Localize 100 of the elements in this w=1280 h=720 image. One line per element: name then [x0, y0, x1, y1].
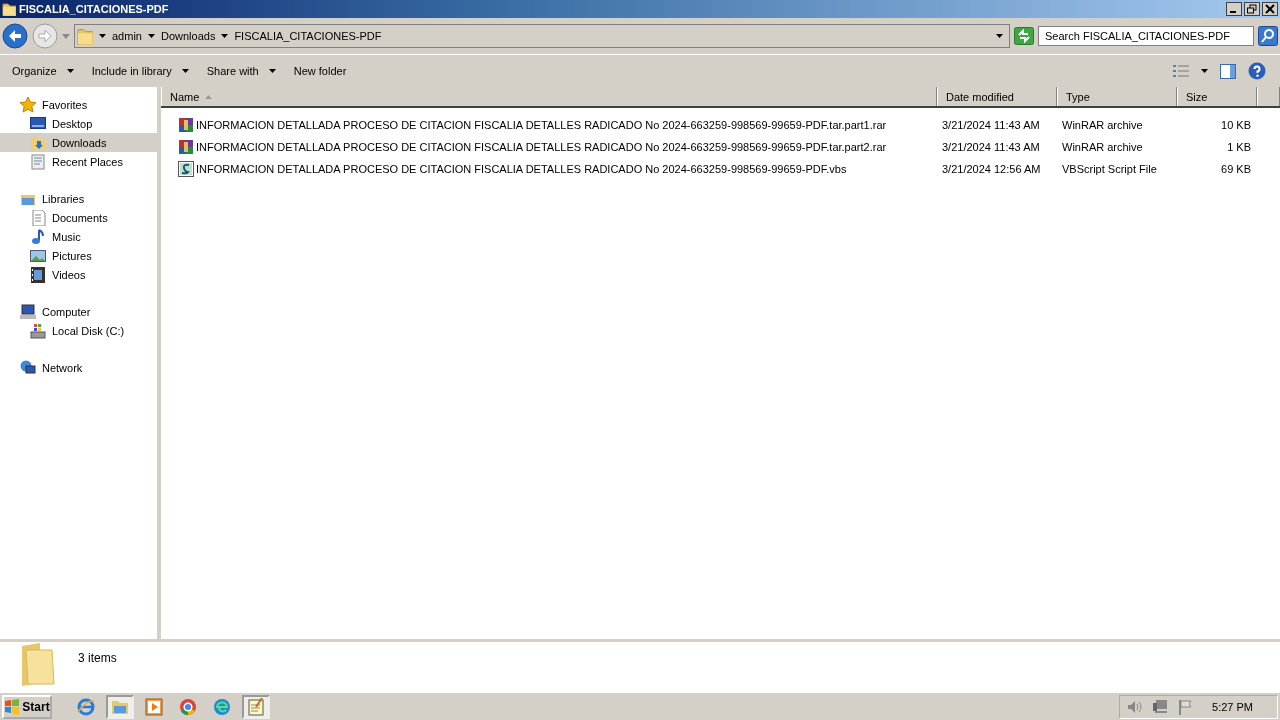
sidebar-group-label: Libraries — [42, 192, 85, 205]
sidebar-group[interactable]: Computer — [0, 302, 157, 321]
media-player-icon — [145, 697, 163, 716]
breadcrumb[interactable]: FISCALIA_CITACIONES-PDF — [234, 30, 382, 42]
sidebar-group[interactable]: Favorites — [0, 95, 157, 114]
star-icon — [20, 96, 36, 113]
sidebar-item-label: Recent Places — [52, 155, 123, 168]
search-icon[interactable] — [1258, 26, 1278, 46]
toolbar-button[interactable]: Include in library — [83, 61, 197, 81]
sidebar-item[interactable]: Documents — [0, 208, 157, 227]
sidebar-group-label: Network — [42, 361, 83, 374]
caret-icon — [66, 69, 74, 73]
breadcrumb[interactable]: admin — [112, 30, 142, 42]
table-cell-text: 3/21/2024 11:43 AM — [941, 119, 1041, 131]
document-icon — [30, 153, 46, 170]
back-icon[interactable] — [2, 23, 28, 49]
monitor-icon — [30, 115, 46, 132]
sort-arrow-icon — [205, 94, 213, 99]
caret-icon — [1201, 69, 1208, 73]
chrome-icon — [179, 697, 197, 716]
toolbar-button[interactable]: Share with — [198, 61, 284, 81]
table-cell-text: WinRAR archive — [1061, 119, 1144, 131]
caret-icon — [221, 34, 229, 38]
caret-icon — [268, 69, 276, 73]
edge-browser-icon — [213, 697, 231, 716]
file-name[interactable]: INFORMACION DETALLADA PROCESO DE CITACION FISCALIA DETALLES RADICADO No 2024-663259-998569-99659-PDF.tar.part2.rar — [196, 141, 887, 153]
film-icon — [30, 266, 46, 283]
folder-icon — [20, 642, 56, 686]
start-button[interactable]: Start — [2, 694, 52, 719]
sidebar-group[interactable]: Network — [0, 358, 157, 377]
column-header[interactable]: Name — [161, 87, 937, 106]
picture-icon — [30, 247, 46, 264]
network-icon — [20, 359, 36, 376]
sidebar-item[interactable]: Recent Places — [0, 152, 157, 171]
sidebar-item-label: Music — [52, 230, 81, 243]
column-header — [1257, 87, 1280, 106]
flag-icon[interactable] — [1178, 698, 1195, 715]
archive-icon — [178, 139, 194, 155]
sidebar-item[interactable]: Local Disk (C:) — [0, 321, 157, 340]
item-count: 3 items — [78, 650, 117, 667]
disk-icon — [30, 322, 46, 339]
column-header[interactable]: Type — [1057, 87, 1177, 106]
search-placeholder: Search FISCALIA_CITACIONES-PDF — [1045, 30, 1230, 42]
table-cell-text: 3/21/2024 12:56 AM — [941, 163, 1042, 175]
sidebar-item-label: Local Disk (C:) — [52, 324, 125, 337]
sidebar-item-label: Pictures — [52, 249, 92, 262]
close-icon[interactable] — [1262, 2, 1278, 16]
refresh-icon[interactable] — [1014, 27, 1034, 45]
caret-icon[interactable] — [62, 33, 70, 39]
search-field[interactable]: Search FISCALIA_CITACIONES-PDF — [1038, 26, 1254, 46]
sidebar-group-label: Favorites — [42, 98, 88, 111]
minimize-icon[interactable] — [1226, 2, 1242, 16]
archive-icon — [178, 117, 194, 133]
table-cell-text: 10 KB — [1220, 119, 1252, 131]
sidebar-item-label: Documents — [52, 211, 108, 224]
caret-icon — [181, 69, 189, 73]
caret-icon — [996, 34, 1003, 38]
taskbar-button[interactable] — [106, 694, 134, 719]
help-icon[interactable] — [1248, 62, 1266, 80]
sidebar-item[interactable]: Music — [0, 227, 157, 246]
file-name[interactable]: INFORMACION DETALLADA PROCESO DE CITACION FISCALIA DETALLES RADICADO No 2024-663259-998569-99659-PDF.tar.part1.rar — [196, 119, 887, 131]
table-cell-text: 3/21/2024 11:43 AM — [941, 141, 1041, 153]
preview-pane-icon[interactable] — [1220, 63, 1236, 79]
toolbar-button[interactable]: New folder — [285, 61, 355, 81]
folder-icon — [2, 2, 16, 16]
caret-icon — [99, 34, 106, 38]
table-cell-text: VBScript Script File — [1061, 163, 1158, 175]
view-list-icon[interactable] — [1173, 64, 1189, 78]
window-title: FISCALIA_CITACIONES-PDF — [19, 3, 170, 15]
folder-icon — [30, 134, 46, 151]
clock[interactable]: 5:27 PM — [1212, 700, 1253, 713]
music-note-icon — [30, 228, 46, 245]
toolbar-button[interactable]: Organize — [4, 61, 82, 81]
speaker-icon[interactable] — [1126, 699, 1143, 714]
sidebar-item-label: Downloads — [52, 136, 107, 149]
notepad-icon — [247, 697, 265, 716]
breadcrumb[interactable]: Downloads — [160, 30, 216, 42]
sidebar-item[interactable]: Downloads — [0, 133, 157, 152]
file-name[interactable]: INFORMACION DETALLADA PROCESO DE CITACION FISCALIA DETALLES RADICADO No 2024-663259-998569-99659-PDF.vbs — [196, 163, 847, 175]
sidebar-item-label: Videos — [52, 268, 86, 281]
taskbar-button[interactable] — [242, 694, 270, 719]
table-cell-text: 1 KB — [1226, 141, 1252, 153]
table-cell-text: 69 KB — [1220, 163, 1252, 175]
sidebar-item[interactable]: Pictures — [0, 246, 157, 265]
address-bar[interactable]: admin Downloads FISCALIA_CITACIONES-PDF — [74, 24, 1010, 48]
document-icon — [30, 209, 46, 226]
sidebar-item[interactable]: Videos — [0, 265, 157, 284]
folder-icon — [77, 27, 93, 45]
computer-icon — [20, 303, 36, 320]
network-icon[interactable] — [1152, 698, 1169, 715]
column-header[interactable]: Size — [1177, 87, 1257, 106]
caret-icon — [147, 34, 155, 38]
column-header[interactable]: Date modified — [937, 87, 1057, 106]
table-cell-text: WinRAR archive — [1061, 141, 1144, 153]
script-icon — [178, 161, 194, 177]
sidebar-group[interactable]: Libraries — [0, 189, 157, 208]
sidebar-item[interactable]: Desktop — [0, 114, 157, 133]
browser-icon — [77, 697, 95, 716]
restore-icon[interactable] — [1244, 2, 1260, 16]
sidebar-item-label: Desktop — [52, 117, 93, 130]
